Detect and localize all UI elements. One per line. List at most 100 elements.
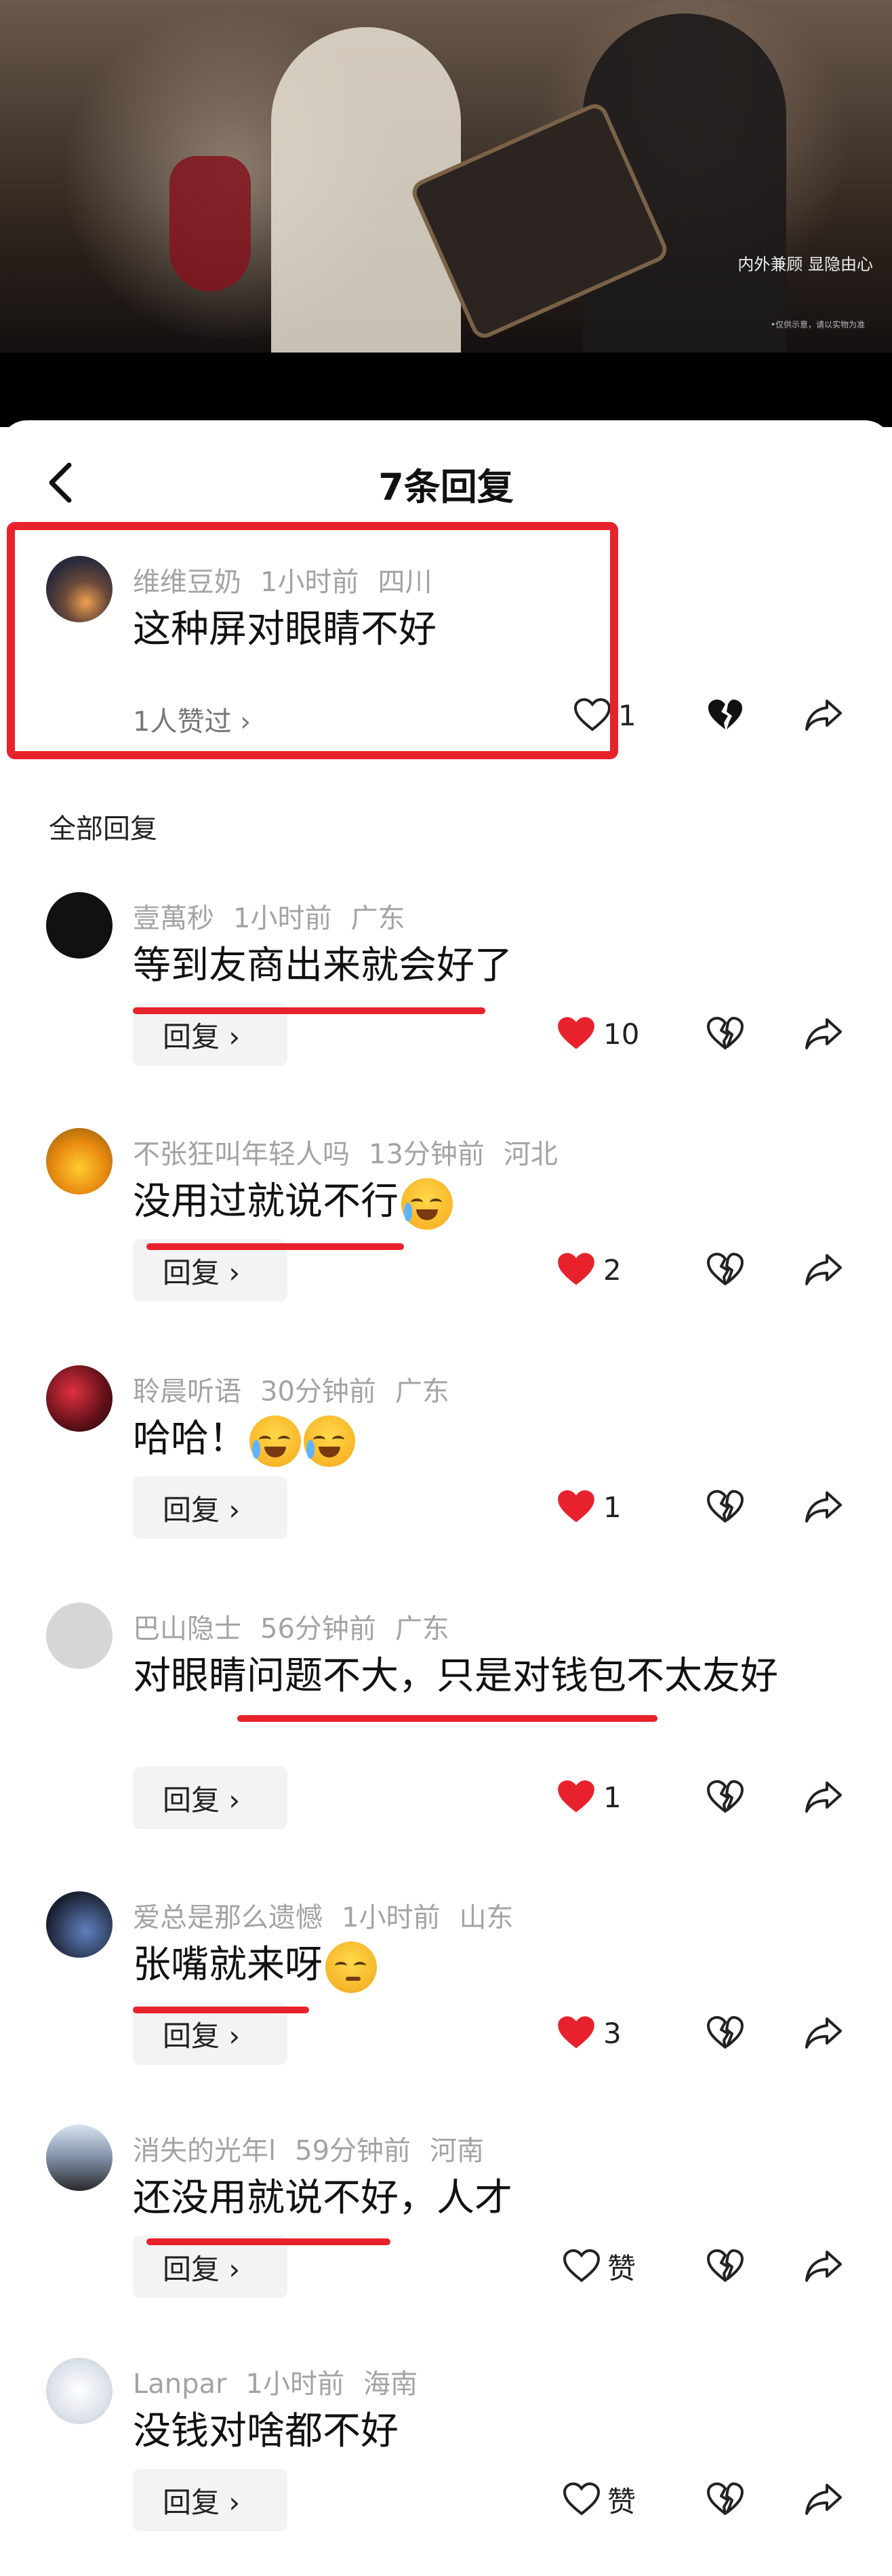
- location: 河北: [503, 1139, 558, 1170]
- like-button[interactable]: 3: [556, 2009, 622, 2057]
- highlight-annotation: [7, 522, 618, 759]
- avatar[interactable]: [46, 1891, 113, 1958]
- wine-glass-image: [169, 156, 251, 291]
- crying-laughing-emoji: [401, 1178, 453, 1230]
- dislike-button[interactable]: [706, 2242, 744, 2290]
- comment-text: 还没用就说不好，人才: [133, 2172, 851, 2225]
- broken-heart-icon: [706, 1017, 744, 1051]
- like-count: 赞: [607, 2251, 636, 2285]
- comment-text: 没钱对啥都不好: [133, 2405, 851, 2458]
- broken-heart-filled-icon: [706, 698, 744, 732]
- share-button[interactable]: [804, 1010, 843, 1058]
- username[interactable]: 不张狂叫年轻人吗: [133, 1139, 350, 1170]
- share-icon: [804, 2016, 843, 2050]
- comment-text-content: 哈哈！: [133, 1417, 247, 1461]
- like-button[interactable]: 2: [556, 1246, 622, 1293]
- section-title: 全部回复: [49, 813, 157, 845]
- comment-text: 张嘴就来呀: [133, 1939, 851, 1993]
- reply-button[interactable]: 回复 ›: [133, 1476, 287, 1539]
- avatar[interactable]: [46, 1365, 113, 1432]
- username[interactable]: 爱总是那么遗憾: [133, 1902, 323, 1933]
- share-button[interactable]: [804, 691, 843, 739]
- share-icon: [804, 1017, 843, 1051]
- username[interactable]: Lanpar: [133, 2369, 227, 2400]
- location: 河南: [430, 2135, 485, 2167]
- timestamp: 56分钟前: [260, 1613, 376, 1645]
- share-icon: [804, 1253, 843, 1287]
- dislike-button[interactable]: [706, 1010, 744, 1058]
- reply-button[interactable]: 回复 ›: [133, 2469, 287, 2531]
- avatar[interactable]: [46, 2125, 113, 2191]
- username[interactable]: 巴山隐士: [133, 1613, 241, 1645]
- video-player[interactable]: 内外兼顾 显隐由心 •仅供示意，请以实物为准: [0, 0, 892, 353]
- like-count: 3: [603, 2016, 622, 2050]
- comment-text-content: 没用过就说不行: [133, 1180, 399, 1224]
- heart-filled-icon: [556, 1779, 596, 1815]
- share-button[interactable]: [804, 1246, 843, 1293]
- dislike-button[interactable]: [706, 1246, 744, 1293]
- like-count: 赞: [607, 2484, 636, 2518]
- like-count: 1: [618, 698, 636, 732]
- username[interactable]: 消失的光年l: [133, 2135, 276, 2167]
- like-button[interactable]: 1: [556, 1483, 622, 1531]
- username[interactable]: 壹萬秒: [133, 903, 214, 934]
- broken-heart-icon: [706, 1253, 744, 1287]
- broken-heart-icon: [706, 2249, 744, 2283]
- share-button[interactable]: [804, 1773, 843, 1821]
- share-button[interactable]: [804, 2009, 843, 2057]
- timestamp: 13分钟前: [369, 1139, 485, 1170]
- dislike-button[interactable]: [706, 691, 744, 739]
- location: 广东: [394, 1376, 449, 1407]
- comment-text: 没用过就说不行: [133, 1175, 851, 1230]
- like-count: 1: [603, 1780, 622, 1814]
- timestamp: 59分钟前: [295, 2135, 411, 2167]
- video-caption: 内外兼顾 显隐由心: [737, 255, 873, 274]
- comment-meta: Lanpar 1小时前 海南: [133, 2362, 418, 2401]
- comment-text-content: 张嘴就来呀: [133, 1943, 323, 1987]
- username[interactable]: 聆晨听语: [133, 1376, 241, 1407]
- reply-button[interactable]: 回复 ›: [133, 1767, 287, 1829]
- thinking-emoji: [325, 1941, 377, 1993]
- heart-filled-icon: [556, 1015, 596, 1052]
- heart-filled-icon: [556, 2015, 596, 2051]
- timestamp: 1小时前: [342, 1902, 441, 1933]
- like-button[interactable]: 赞: [563, 2476, 636, 2523]
- comment-meta: 不张狂叫年轻人吗 13分钟前 河北: [133, 1132, 558, 1171]
- location: 广东: [394, 1613, 449, 1645]
- avatar[interactable]: [46, 2358, 113, 2424]
- dislike-button[interactable]: [706, 1773, 744, 1821]
- share-icon: [804, 2249, 843, 2283]
- heart-outline-icon: [563, 2482, 601, 2516]
- comment-meta: 聆晨听语 30分钟前 广东: [133, 1369, 449, 1409]
- comment-meta: 壹萬秒 1小时前 广东: [133, 896, 405, 935]
- comment-text-content: 等到友商出来就会好了: [133, 944, 512, 988]
- share-icon: [804, 2482, 843, 2516]
- share-button[interactable]: [804, 2242, 843, 2290]
- location: 广东: [350, 903, 405, 934]
- comment-meta: 爱总是那么遗憾 1小时前 山东: [133, 1895, 513, 1935]
- avatar[interactable]: [46, 1128, 113, 1194]
- red-underline-annotation: [146, 1243, 404, 1250]
- share-icon: [804, 1780, 843, 1814]
- timestamp: 30分钟前: [260, 1376, 376, 1407]
- broken-heart-icon: [706, 1490, 744, 1524]
- red-underline-annotation: [146, 2238, 390, 2245]
- broken-heart-icon: [706, 2482, 744, 2516]
- like-button[interactable]: 1: [556, 1773, 622, 1821]
- like-count: 1: [603, 1490, 622, 1524]
- share-button[interactable]: [804, 2476, 843, 2523]
- like-count: 2: [603, 1253, 622, 1287]
- heart-outline-icon: [563, 2249, 601, 2283]
- red-underline-annotation: [133, 2007, 309, 2013]
- like-button[interactable]: 10: [556, 1010, 639, 1058]
- like-button[interactable]: 赞: [563, 2242, 636, 2290]
- share-button[interactable]: [804, 1483, 843, 1531]
- dislike-button[interactable]: [706, 2009, 744, 2057]
- red-underline-annotation: [133, 1007, 485, 1014]
- dislike-button[interactable]: [706, 2476, 744, 2523]
- dislike-button[interactable]: [706, 1483, 744, 1531]
- avatar[interactable]: [46, 892, 113, 959]
- avatar[interactable]: [46, 1603, 113, 1669]
- comment-text: 等到友商出来就会好了: [133, 940, 851, 992]
- broken-heart-icon: [706, 1780, 744, 1814]
